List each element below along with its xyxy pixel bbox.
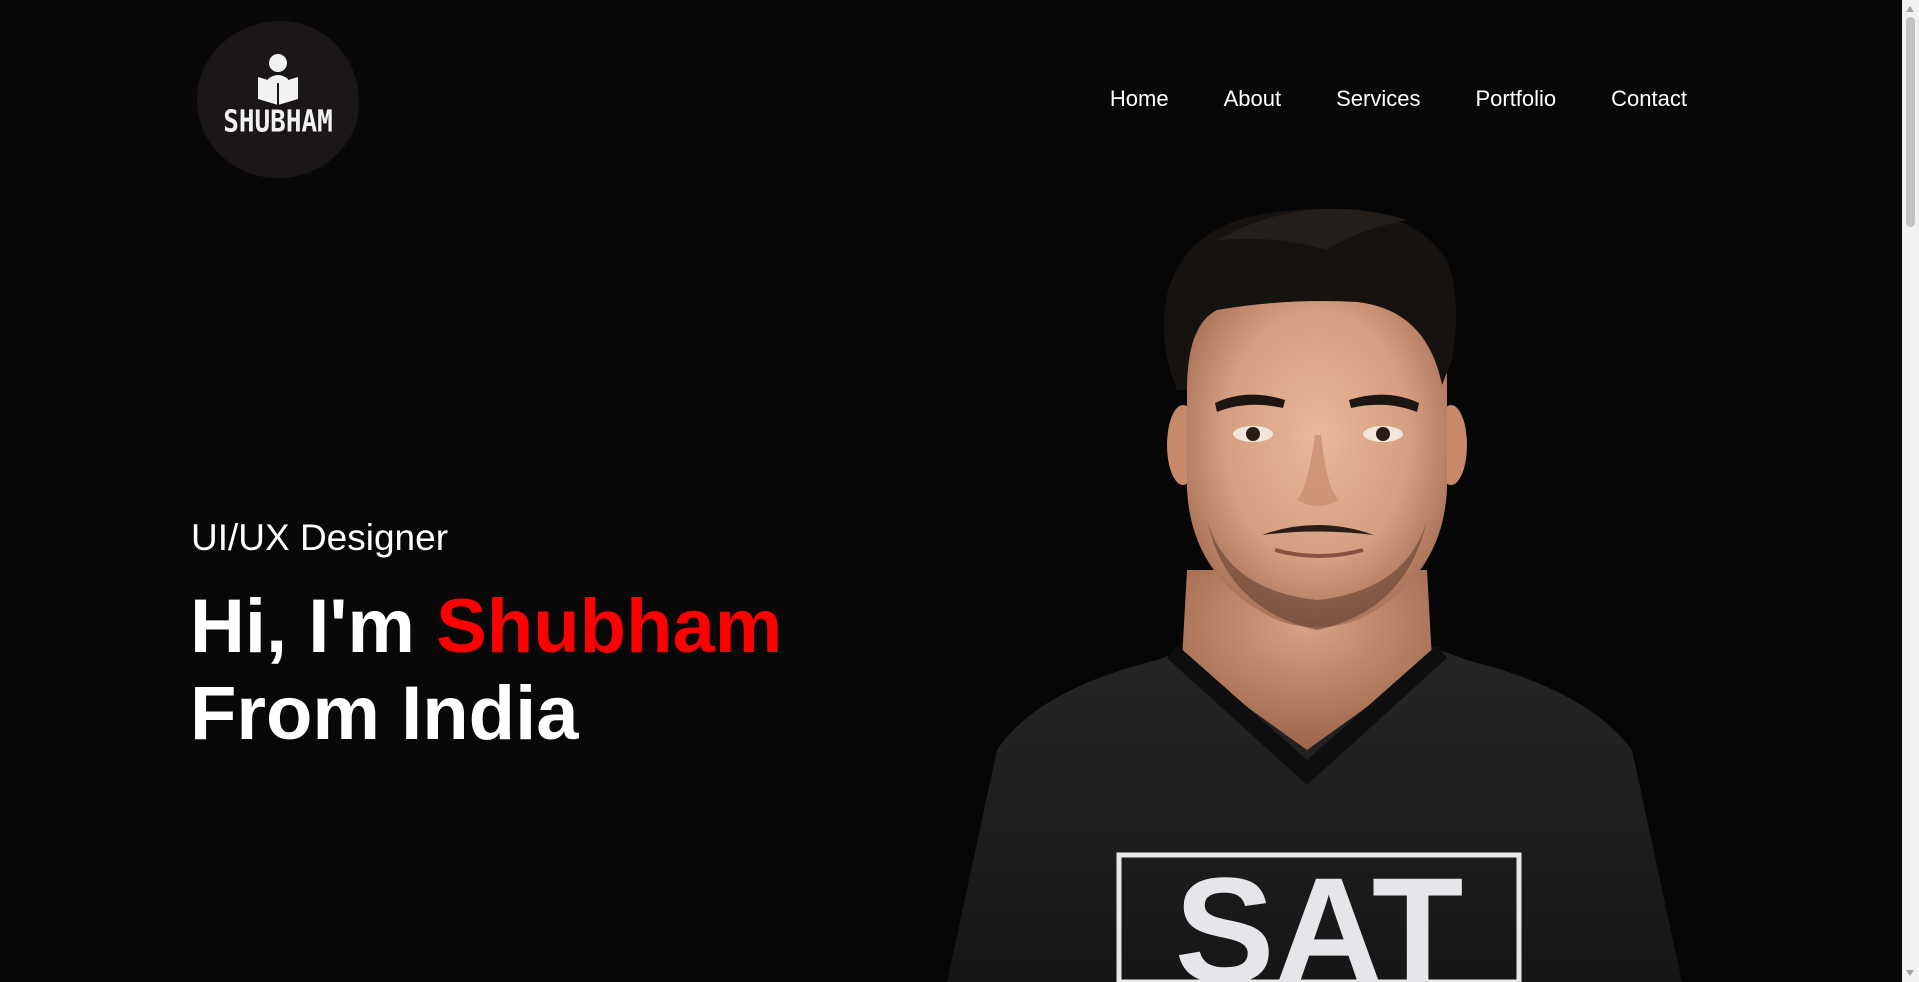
- nav-contact[interactable]: Contact: [1611, 84, 1687, 114]
- hero-greeting: Hi, I'm: [190, 584, 415, 669]
- profile-portrait: SAT: [887, 190, 1721, 982]
- hero-subtitle: UI/UX Designer: [191, 517, 449, 558]
- nav-about[interactable]: About: [1224, 84, 1282, 114]
- hero-headline: Hi, I'm Shubham From India: [190, 583, 782, 757]
- vertical-scrollbar[interactable]: [1902, 0, 1919, 982]
- page: SHUBHAM Home About Services Portfolio Co…: [0, 0, 1919, 982]
- site-logo[interactable]: SHUBHAM: [197, 21, 359, 178]
- hero-location: From India: [190, 671, 579, 756]
- main-nav: Home About Services Portfolio Contact: [1055, 84, 1687, 114]
- logo-text: SHUBHAM: [223, 104, 333, 140]
- person-reading-icon: [258, 54, 298, 105]
- shirt-print-text: SAT: [1175, 846, 1464, 982]
- scroll-up-arrow-icon[interactable]: [1906, 6, 1914, 12]
- nav-services[interactable]: Services: [1336, 84, 1420, 114]
- nav-portfolio[interactable]: Portfolio: [1475, 84, 1556, 114]
- hero-name: Shubham: [436, 584, 783, 669]
- nav-home[interactable]: Home: [1110, 84, 1169, 114]
- portrait-illustration: SAT: [887, 190, 1721, 982]
- scrollbar-thumb[interactable]: [1906, 17, 1915, 227]
- scroll-down-arrow-icon[interactable]: [1906, 970, 1914, 976]
